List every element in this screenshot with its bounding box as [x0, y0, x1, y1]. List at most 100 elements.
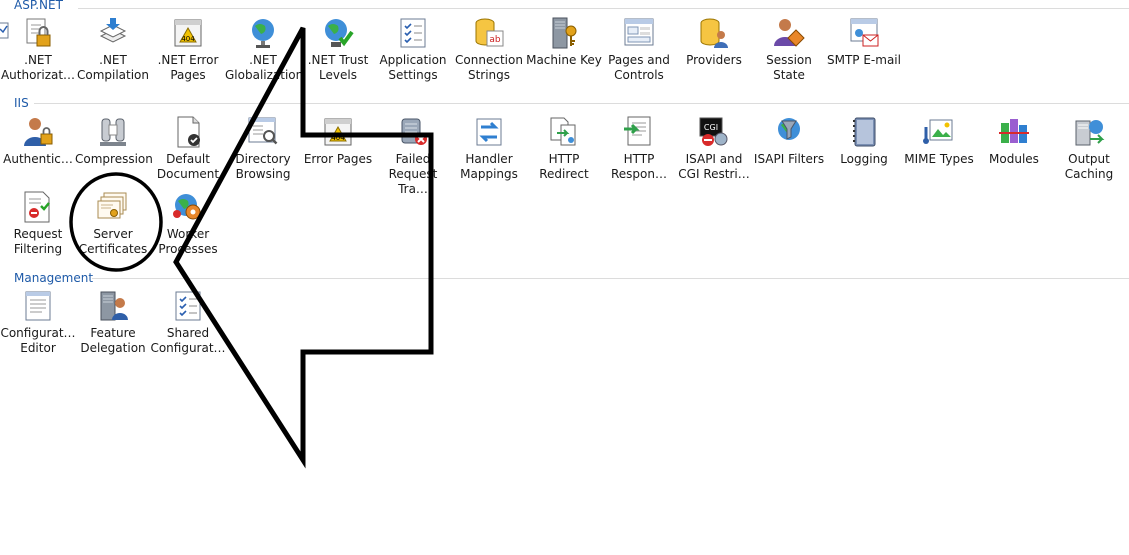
feature-label: Directory Browsing — [235, 152, 291, 181]
feature-tile-net-authorizat[interactable]: .NET Authorizat… — [0, 16, 76, 88]
feature-tile-handler-mappings[interactable]: Handler Mappings — [451, 115, 527, 187]
section-label-aspnet: ASP.NET — [14, 0, 63, 12]
checklist-icon — [400, 18, 426, 48]
feature-tile-session-state[interactable]: Session State — [751, 16, 827, 88]
feature-label: Shared Configurat… — [150, 326, 226, 355]
feature-tile-default-document[interactable]: Default Document — [150, 115, 226, 187]
feature-label: .NET Globalization — [225, 53, 304, 82]
feature-label: Authentic… — [3, 152, 73, 166]
output-cache-icon — [1075, 120, 1105, 146]
modules-icon — [999, 119, 1029, 143]
shared-config-icon — [175, 291, 201, 321]
certificates-icon — [97, 192, 127, 219]
server-key-icon — [552, 17, 577, 49]
redirect-icon — [550, 117, 576, 146]
handler-arrows-icon — [476, 118, 502, 146]
svg-text:CGI: CGI — [704, 123, 718, 132]
feature-tile-mime-types[interactable]: MIME Types — [901, 115, 977, 187]
request-filter-icon — [24, 191, 50, 223]
feature-tile-isapi-filters[interactable]: ISAPI Filters — [751, 115, 827, 187]
pages-controls-icon — [624, 18, 654, 46]
feature-tile-shared-configurat[interactable]: Shared Configurat… — [150, 289, 226, 361]
feature-tile-net-trust-levels[interactable]: .NET Trust Levels — [300, 16, 376, 88]
feature-tile-isapi-and-cgi-restri[interactable]: CGI ISAPI and CGI Restri… — [676, 115, 752, 187]
user-session-icon — [774, 19, 805, 47]
feature-label: Feature Delegation — [80, 326, 146, 355]
feature-label: SMTP E-mail — [827, 53, 901, 67]
feature-label: Error Pages — [303, 152, 373, 166]
feature-tile-request-filtering[interactable]: Request Filtering — [0, 190, 76, 262]
section-divider — [92, 278, 1129, 279]
feature-tile-net-error-pages[interactable]: 404 .NET Error Pages — [150, 16, 226, 88]
log-book-icon — [853, 117, 876, 147]
feature-label: Request Filtering — [13, 227, 63, 256]
section-divider — [78, 8, 1129, 9]
feature-tile-authentic[interactable]: Authentic… — [0, 115, 76, 187]
feature-tile-smtp-e-mail[interactable]: SMTP E-mail — [826, 16, 902, 88]
feature-tile-output-caching[interactable]: Output Caching — [1051, 115, 1127, 187]
feature-label: Worker Processes — [158, 227, 218, 256]
feature-label: HTTP Respon… — [611, 152, 667, 181]
feature-label: ISAPI Filters — [753, 152, 825, 166]
globe-filter-icon — [778, 118, 800, 140]
feature-tile-server-certificates[interactable]: Server Certificates — [75, 190, 151, 262]
feature-tile-logging[interactable]: Logging — [826, 115, 902, 187]
stacked-pages-icon — [99, 18, 127, 43]
feature-label: Machine Key — [526, 53, 602, 67]
feature-tile-net-compilation[interactable]: .NET Compilation — [75, 16, 151, 88]
user-lock-icon — [24, 118, 53, 146]
feature-label: Server Certificates — [78, 227, 148, 256]
feature-tile-http-respon[interactable]: HTTP Respon… — [601, 115, 677, 187]
lock-icon — [26, 18, 51, 47]
feature-label: Logging — [840, 152, 888, 166]
feature-label: .NET Compilation — [76, 53, 150, 82]
feature-label: HTTP Redirect — [539, 152, 589, 181]
feature-label: .NET Trust Levels — [307, 53, 369, 82]
error-404-icon: 404 — [174, 19, 202, 47]
feature-label: Pages and Controls — [608, 53, 670, 82]
feature-label: Session State — [766, 53, 812, 82]
feature-label: Output Caching — [1064, 152, 1114, 181]
document-check-icon — [177, 116, 200, 148]
feature-tile-failed-request-tra[interactable]: Failed Request Tra… — [375, 115, 451, 196]
feature-label: Providers — [686, 53, 742, 67]
response-headers-icon — [624, 116, 651, 146]
feature-tile-http-redirect[interactable]: HTTP Redirect — [526, 115, 602, 187]
failed-request-icon — [401, 118, 427, 145]
feature-tile-connection-strings[interactable]: ab Connection Strings — [451, 16, 527, 88]
globe-check-icon — [325, 19, 354, 47]
feature-tile-application-settings[interactable]: Application Settings — [375, 16, 451, 88]
feature-tile-error-pages[interactable]: 404 Error Pages — [300, 115, 376, 187]
feature-tile-compression[interactable]: Compression — [75, 115, 153, 187]
feature-label: ISAPI and CGI Restri… — [678, 152, 750, 181]
feature-label: Modules — [989, 152, 1039, 166]
feature-label: Compression — [75, 152, 153, 166]
feature-tile-pages-and-controls[interactable]: Pages and Controls — [601, 16, 677, 88]
feature-label: Handler Mappings — [460, 152, 518, 181]
feature-label: Configurat… Editor — [0, 326, 76, 355]
feature-tile-providers[interactable]: Providers — [676, 16, 752, 88]
feature-tile-modules[interactable]: Modules — [976, 115, 1052, 187]
worker-processes-icon — [173, 194, 201, 220]
cgi-restrict-icon: CGI — [699, 117, 728, 146]
feature-label: Failed Request Tra… — [388, 152, 438, 196]
feature-label: Default Document — [156, 152, 220, 181]
feature-tile-directory-browsing[interactable]: Directory Browsing — [225, 115, 301, 187]
feature-label: .NET Authorizat… — [0, 53, 76, 82]
svg-text:404: 404 — [331, 134, 345, 142]
feature-tile-net-globalization[interactable]: .NET Globalization — [225, 16, 304, 88]
feature-label: MIME Types — [904, 152, 974, 166]
feature-tile-configurat-editor[interactable]: Configurat… Editor — [0, 289, 76, 361]
config-editor-icon — [25, 291, 51, 321]
feature-label: Application Settings — [379, 53, 447, 82]
feature-delegation-icon — [100, 291, 128, 321]
database-text-icon: ab — [475, 18, 504, 47]
section-label-iis: IIS — [14, 96, 29, 110]
feature-tile-feature-delegation[interactable]: Feature Delegation — [75, 289, 151, 361]
email-icon — [850, 18, 879, 47]
error-404-icon: 404 — [324, 118, 352, 146]
directory-browse-icon — [248, 117, 278, 145]
svg-text:404: 404 — [181, 35, 195, 43]
feature-tile-machine-key[interactable]: Machine Key — [526, 16, 602, 88]
feature-tile-worker-processes[interactable]: Worker Processes — [150, 190, 226, 262]
